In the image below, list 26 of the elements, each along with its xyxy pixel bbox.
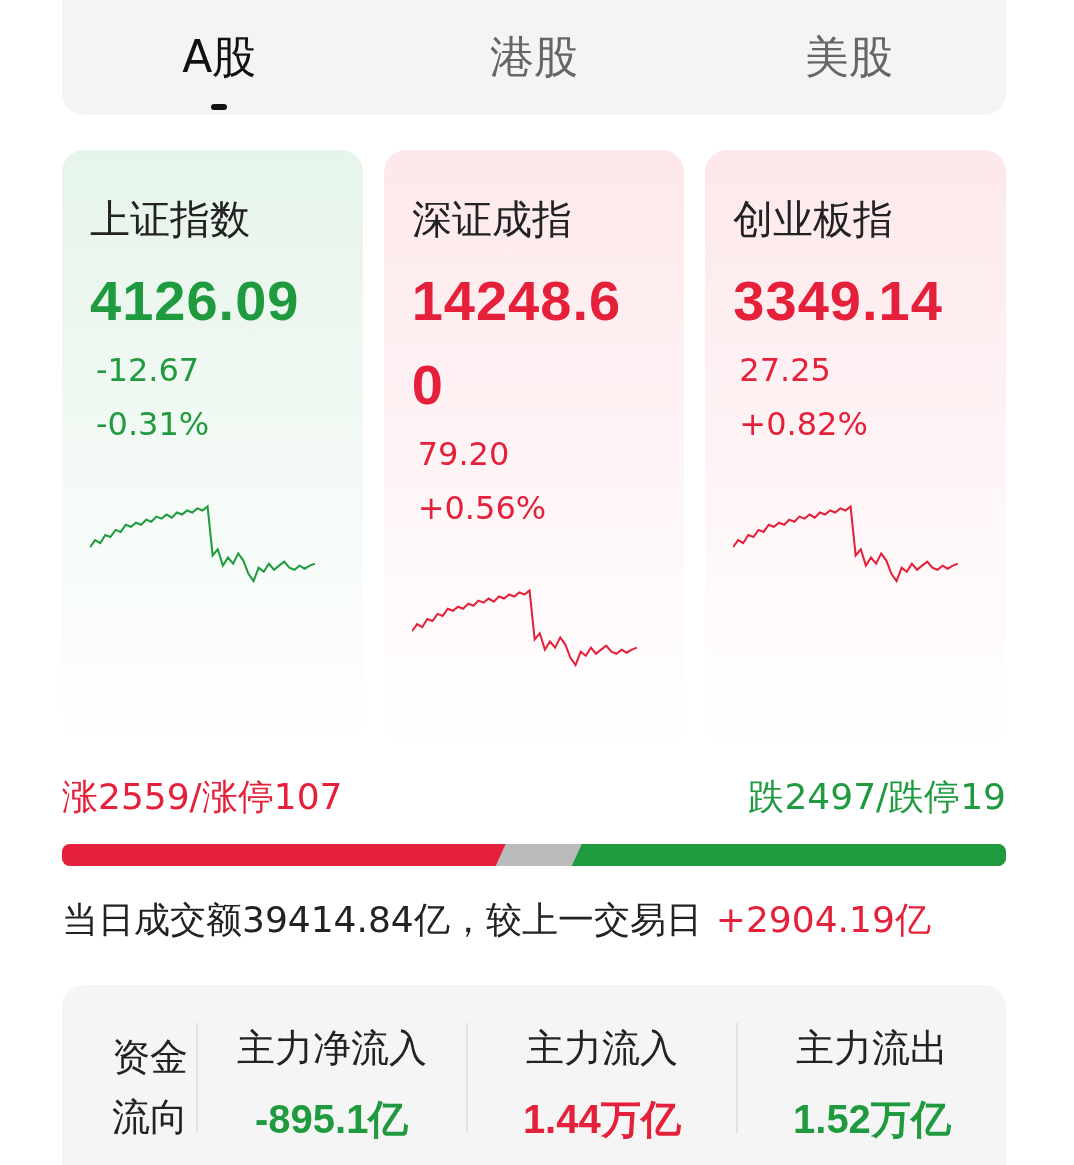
index-name: 深证成指: [411, 195, 573, 244]
index-value: 4126.09: [90, 268, 301, 334]
turnover-text: 当日成交额39414.84亿，较上一交易日: [62, 898, 702, 942]
index-name: 上证指数: [90, 195, 251, 244]
index-percent: -0.31%: [96, 404, 211, 445]
flow-label: 主力净流入: [235, 1025, 428, 1072]
index-value: 14248.60: [411, 268, 623, 418]
fall-count: 跌2497/跌停19: [748, 775, 1006, 819]
market-tab[interactable]: A股: [62, 0, 377, 115]
flow-label: 主力流入: [524, 1025, 679, 1072]
turnover-delta: +2904.19亿: [715, 898, 931, 942]
index-change: 79.20: [417, 434, 511, 475]
fund-flow-label: 资金流向: [112, 1034, 189, 1141]
index-name: 创业板指: [733, 195, 895, 244]
flow-label: 主力流出: [794, 1025, 949, 1072]
rise-count: 涨2559/涨停107: [62, 775, 343, 819]
flow-value: -895.1亿: [253, 1096, 410, 1143]
market-tab[interactable]: 美股: [691, 0, 1006, 115]
index-percent: +0.82%: [739, 404, 869, 445]
index-percent: +0.56%: [417, 488, 548, 529]
index-value: 3349.14: [733, 268, 944, 334]
market-tab[interactable]: 港股: [376, 0, 692, 115]
flow-value: 1.52万亿: [792, 1096, 952, 1143]
index-change: -12.67: [96, 350, 201, 391]
index-change: 27.25: [739, 350, 832, 391]
flow-value: 1.44万亿: [521, 1096, 682, 1143]
